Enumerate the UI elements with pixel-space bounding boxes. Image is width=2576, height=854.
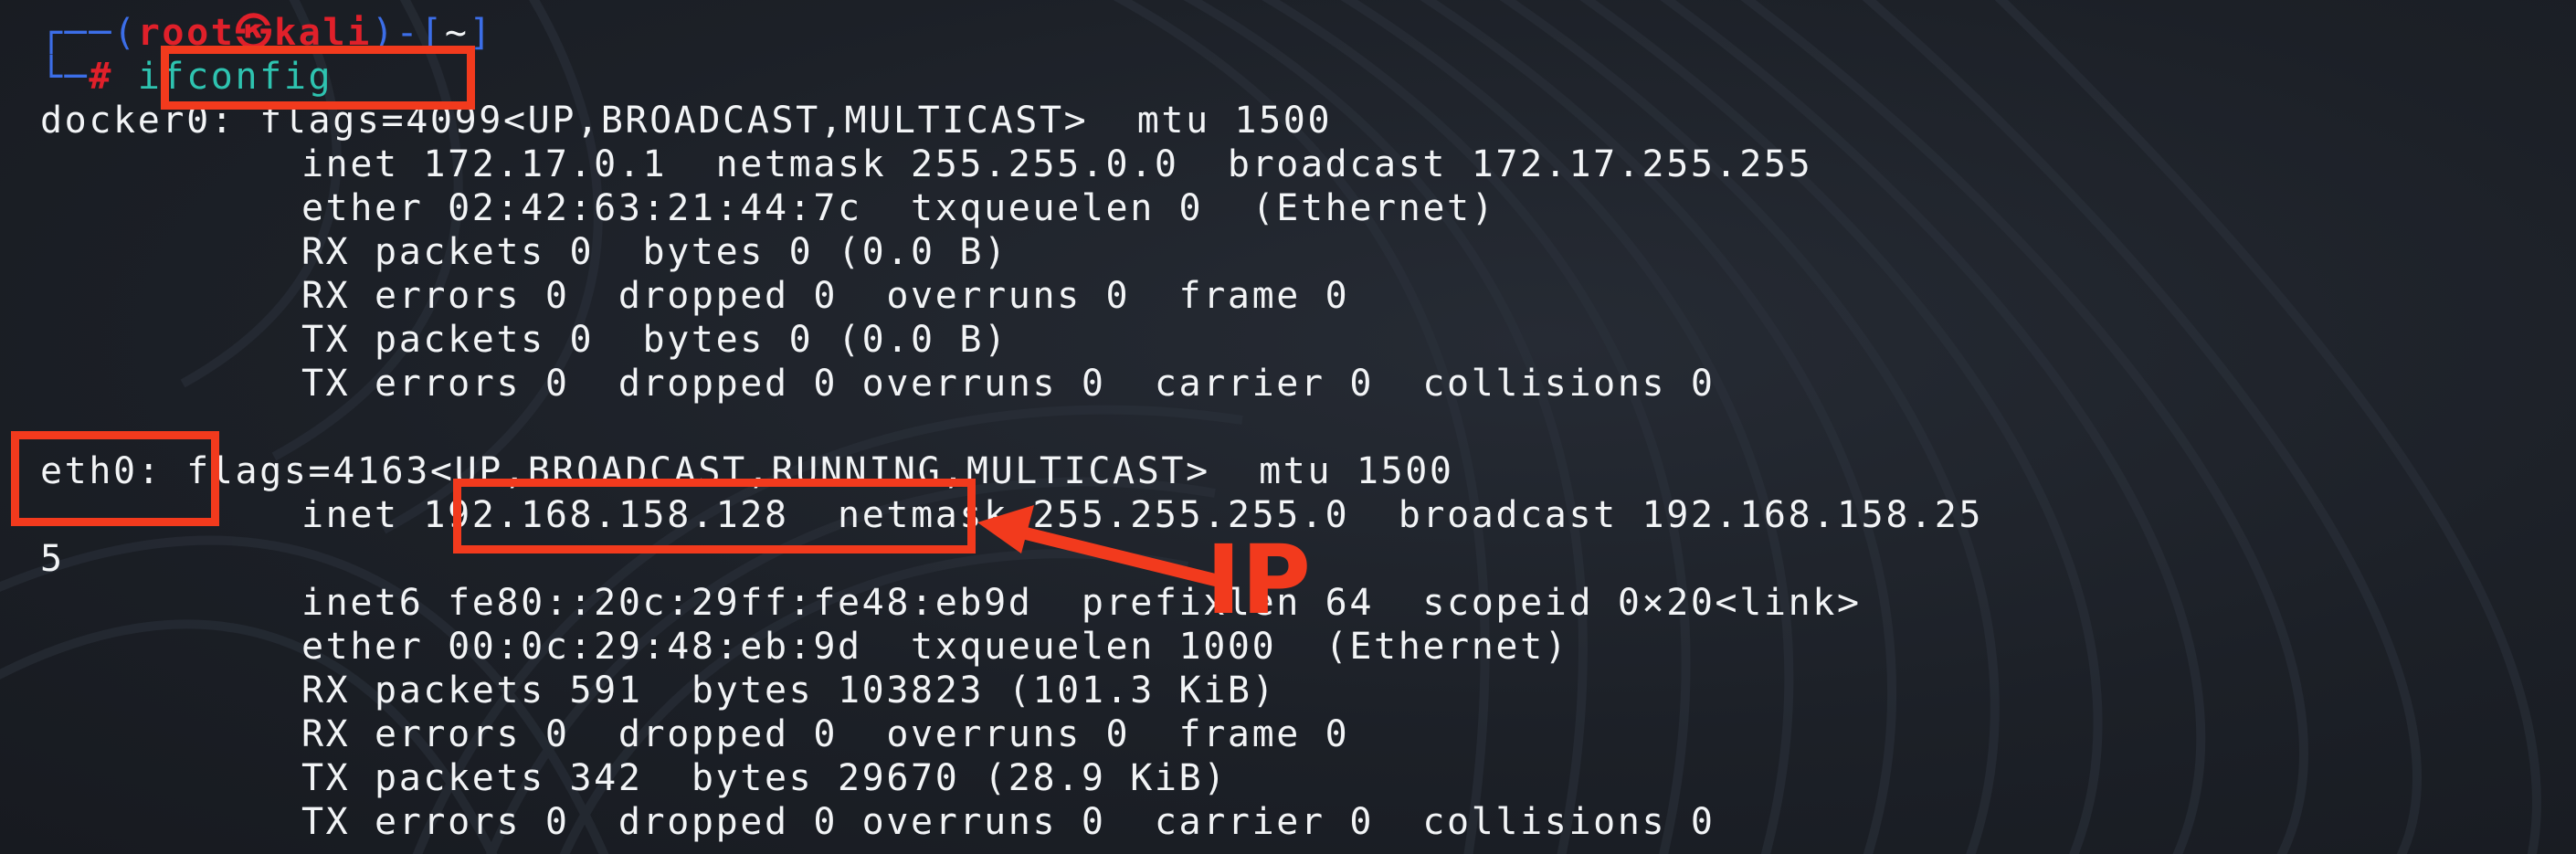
terminal-window[interactable]: ┌──(root㉿kali)-[~] └─# ifconfig docker0:… (0, 0, 2576, 854)
ip-annotation-label: IP (1206, 524, 1311, 636)
arrow-icon (977, 505, 1221, 586)
